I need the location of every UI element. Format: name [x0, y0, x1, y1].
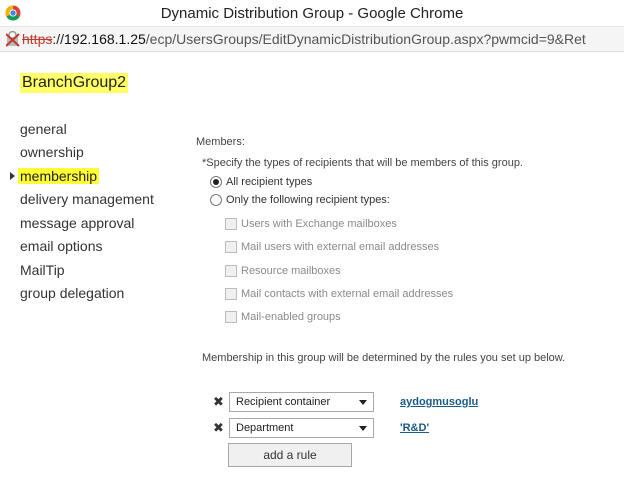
radio-all-recipient-types[interactable]: All recipient types: [210, 176, 312, 188]
checkbox-label: Mail contacts with external email addres…: [241, 288, 454, 300]
nav-item-label: message approval: [20, 214, 135, 231]
nav-item-delivery-management[interactable]: delivery management: [20, 188, 190, 212]
rule-field-select[interactable]: Department: [229, 418, 374, 438]
radio-button[interactable]: [210, 194, 222, 206]
nav-item-group-delegation[interactable]: group delegation: [20, 282, 190, 306]
nav-item-general[interactable]: general: [20, 117, 190, 141]
nav-item-label: delivery management: [20, 191, 154, 208]
rule-value-link[interactable]: aydogmusoglu: [400, 396, 478, 408]
chevron-down-icon: [359, 399, 367, 405]
checkbox[interactable]: [225, 241, 237, 253]
nav-item-label: general: [20, 120, 67, 137]
nav-item-mailtip[interactable]: MailTip: [20, 258, 190, 282]
nav-item-label: ownership: [20, 144, 84, 161]
members-heading: Members:: [196, 136, 245, 148]
checkbox[interactable]: [225, 265, 237, 277]
nav-item-label: group delegation: [20, 285, 125, 302]
nav-item-email-options[interactable]: email options: [20, 235, 190, 259]
url-host: 192.168.1.25: [64, 31, 146, 47]
checkbox-resource-mailboxes[interactable]: Resource mailboxes: [225, 265, 341, 277]
nav-item-label: membership: [18, 167, 100, 184]
rule-value-link[interactable]: 'R&D': [400, 422, 429, 434]
add-rule-button[interactable]: add a rule: [228, 443, 352, 467]
checkbox-label: Mail users with external email addresses: [241, 241, 440, 253]
nav-item-ownership[interactable]: ownership: [20, 141, 190, 165]
select-value: Recipient container: [236, 396, 331, 408]
remove-rule-icon[interactable]: ✖: [213, 420, 224, 436]
radio-only-following-types[interactable]: Only the following recipient types:: [210, 194, 390, 206]
checkbox-label: Resource mailboxes: [241, 265, 341, 277]
radio-label: All recipient types: [226, 176, 313, 188]
page-title: BranchGroup2: [20, 73, 129, 93]
select-value: Department: [236, 422, 294, 434]
checkbox-users-exchange-mailboxes[interactable]: Users with Exchange mailboxes: [225, 218, 397, 230]
checkbox-mail-contacts-external[interactable]: Mail contacts with external email addres…: [225, 288, 453, 300]
checkbox[interactable]: [225, 288, 237, 300]
rules-description: Membership in this group will be determi…: [202, 352, 566, 364]
insecure-lock-icon: [6, 31, 20, 47]
checkbox-mail-enabled-groups[interactable]: Mail-enabled groups: [225, 311, 341, 323]
rule-field-select[interactable]: Recipient container: [229, 392, 374, 412]
rule-row: ✖ Recipient container aydogmusoglu: [213, 392, 478, 412]
nav-item-membership[interactable]: membership: [10, 164, 190, 188]
url-scheme: https: [22, 31, 53, 47]
chevron-down-icon: [359, 425, 367, 431]
title-bar: Dynamic Distribution Group - Google Chro…: [0, 0, 624, 27]
radio-button[interactable]: [210, 176, 222, 188]
checkbox[interactable]: [225, 218, 237, 230]
url-separator: ://: [52, 31, 65, 47]
address-bar[interactable]: https://192.168.1.25/ecp/UsersGroups/Edi…: [0, 27, 624, 52]
nav-item-label: MailTip: [20, 261, 65, 278]
selected-arrow-icon: [10, 172, 15, 180]
nav-item-message-approval[interactable]: message approval: [20, 211, 190, 235]
rule-row: ✖ Department 'R&D': [213, 418, 429, 438]
checkbox[interactable]: [225, 311, 237, 323]
checkbox-mail-users-external[interactable]: Mail users with external email addresses: [225, 241, 439, 253]
url-path: /ecp/UsersGroups/EditDynamicDistribution…: [145, 31, 586, 47]
window-title: Dynamic Distribution Group - Google Chro…: [160, 5, 464, 22]
nav-item-label: email options: [20, 238, 103, 255]
url-text[interactable]: https://192.168.1.25/ecp/UsersGroups/Edi…: [22, 31, 586, 47]
checkbox-label: Users with Exchange mailboxes: [241, 218, 397, 230]
radio-label: Only the following recipient types:: [226, 194, 390, 206]
checkbox-label: Mail-enabled groups: [241, 311, 341, 323]
remove-rule-icon[interactable]: ✖: [213, 394, 224, 410]
recipient-types-instruction: *Specify the types of recipients that wi…: [202, 157, 523, 169]
sidebar-nav: general ownership membership delivery ma…: [10, 117, 190, 306]
